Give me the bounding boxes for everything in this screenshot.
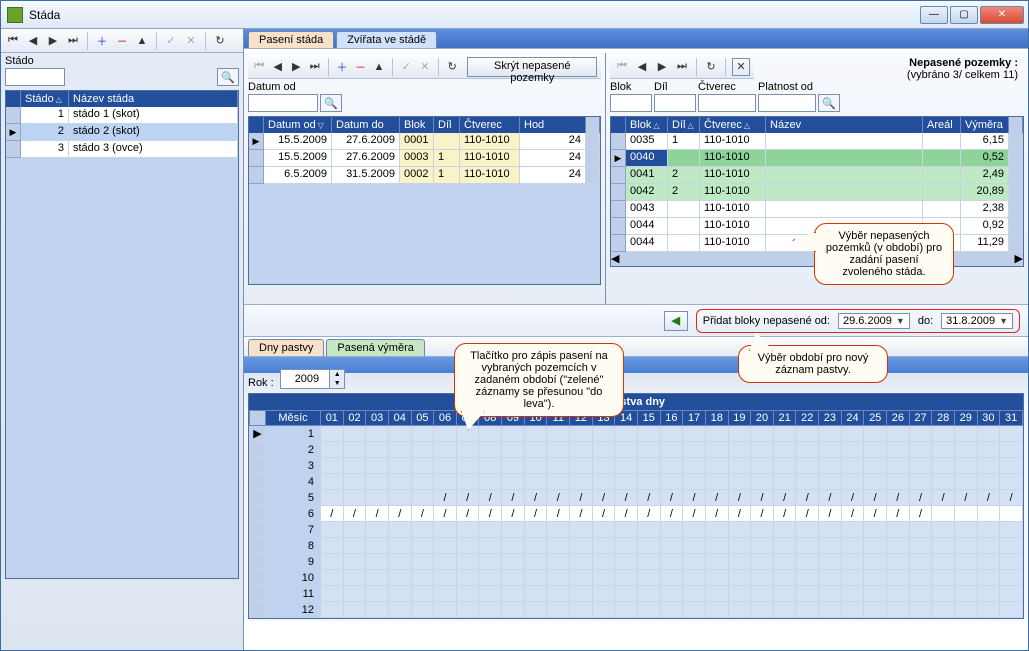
dropdown-icon: ▼: [896, 316, 905, 326]
rok-label: Rok :: [248, 377, 274, 389]
spinner-up-icon[interactable]: ▲: [330, 370, 344, 379]
remove-icon[interactable]: －: [353, 59, 367, 75]
nepasene-subtitle: (vybráno 3/ celkem 11): [754, 69, 1018, 81]
nav-first-icon[interactable]: ⏮: [252, 59, 266, 75]
nepasene-row[interactable]: 00422110-101020,89: [611, 184, 1023, 201]
col-nazev[interactable]: Název: [766, 117, 923, 133]
nepasene-row[interactable]: 0043110-10102,38: [611, 201, 1023, 218]
paseni-row[interactable]: 15.5.200927.6.200900031110-101024: [249, 150, 600, 167]
col-vymera[interactable]: Výměra: [961, 117, 1009, 133]
datum-od-input[interactable]: [248, 94, 318, 112]
col-datum-do[interactable]: Datum do: [332, 117, 400, 133]
search-icon[interactable]: 🔍: [818, 94, 840, 112]
refresh-icon[interactable]: ↻: [445, 59, 459, 75]
nav-prev-icon[interactable]: ◀: [634, 59, 650, 75]
assign-button[interactable]: ◀: [664, 311, 688, 331]
col-blok[interactable]: Blok: [626, 117, 668, 133]
nepasene-row[interactable]: 00351110-10106,15: [611, 133, 1023, 150]
tab-dny-pastvy[interactable]: Dny pastvy: [248, 339, 324, 356]
cancel-icon[interactable]: ✕: [418, 59, 432, 75]
col-ctverec[interactable]: Čtverec: [460, 117, 520, 133]
window-title: Stáda: [29, 8, 920, 22]
window-titlebar: Stáda — ▢ ✕: [1, 1, 1028, 29]
commit-icon[interactable]: ✓: [399, 59, 413, 75]
col-ctverec[interactable]: Čtverec: [700, 117, 766, 133]
stado-filter-input[interactable]: [5, 68, 65, 86]
hide-unpastured-button[interactable]: Skrýt nepasené pozemky: [467, 57, 597, 77]
col-dil[interactable]: Díl: [668, 117, 700, 133]
nav-first-icon[interactable]: ⏮: [5, 33, 21, 49]
refresh-icon[interactable]: ↻: [703, 59, 719, 75]
nav-last-icon[interactable]: ⏭: [65, 33, 81, 49]
app-icon: [7, 7, 23, 23]
nav-prev-icon[interactable]: ◀: [25, 33, 41, 49]
paseni-row[interactable]: 6.5.200931.5.200900021110-101024: [249, 167, 600, 184]
refresh-icon[interactable]: ↻: [212, 33, 228, 49]
scroll-left-icon[interactable]: ◀: [611, 252, 619, 266]
callout-obdobi: Výběr období pro nový záznam pastvy.: [738, 345, 888, 383]
search-icon[interactable]: 🔍: [320, 94, 342, 112]
label-stado: Stádo: [5, 55, 215, 68]
minimize-button[interactable]: —: [920, 6, 948, 24]
tab-pasena-vymera[interactable]: Pasená výměra: [326, 339, 424, 356]
col-nazev[interactable]: Název stáda: [69, 91, 238, 107]
nav-first-icon[interactable]: ⏮: [614, 59, 630, 75]
filter-blok[interactable]: [610, 94, 652, 112]
commit-icon[interactable]: ✓: [163, 33, 179, 49]
to-label: do:: [918, 315, 933, 327]
stado-row[interactable]: 1stádo 1 (skot): [6, 107, 238, 124]
date-to[interactable]: 31.8.2009▼: [941, 313, 1013, 329]
nav-last-icon[interactable]: ⏭: [307, 59, 321, 75]
add-label: Přidat bloky nepasené od:: [703, 315, 830, 327]
add-icon[interactable]: ＋: [94, 33, 110, 49]
tab-paseni-stada[interactable]: Pasení stáda: [248, 31, 334, 48]
nav-next-icon[interactable]: ▶: [289, 59, 303, 75]
nav-next-icon[interactable]: ▶: [45, 33, 61, 49]
label-datum-od: Datum od: [248, 81, 318, 94]
add-blocks-box: Přidat bloky nepasené od: 29.6.2009▼ do:…: [696, 309, 1020, 333]
rok-spinner[interactable]: 2009 ▲▼: [280, 369, 345, 389]
dropdown-icon: ▼: [999, 316, 1008, 326]
nepasene-title: Nepasené pozemky :: [754, 57, 1018, 69]
date-from[interactable]: 29.6.2009▼: [838, 313, 910, 329]
col-dil[interactable]: Díl: [434, 117, 460, 133]
filter-ctverec[interactable]: [698, 94, 756, 112]
scroll-right-icon[interactable]: ▶: [1015, 252, 1023, 266]
nav-last-icon[interactable]: ⏭: [674, 59, 690, 75]
add-icon[interactable]: ＋: [335, 59, 349, 75]
close-button[interactable]: ✕: [980, 6, 1024, 24]
pastva-calendar: Pastva dnyMěsíc0102030405060708091011121…: [248, 393, 1024, 619]
callout-tlacitko: Tlačítko pro zápis pasení na vybraných p…: [454, 343, 624, 417]
maximize-button[interactable]: ▢: [950, 6, 978, 24]
search-icon[interactable]: 🔍: [217, 68, 239, 86]
filter-dil[interactable]: [654, 94, 696, 112]
col-hod[interactable]: Hod: [520, 117, 586, 133]
filter-platnost[interactable]: [758, 94, 816, 112]
spinner-down-icon[interactable]: ▼: [330, 379, 344, 388]
col-areal[interactable]: Areál: [923, 117, 961, 133]
paseni-row[interactable]: ▶15.5.200927.6.20090001110-101024: [249, 133, 600, 150]
callout-vyber: Výběr nepasených pozemků (v období) pro …: [814, 223, 954, 285]
col-datum-od[interactable]: Datum od: [264, 117, 332, 133]
nav-prev-icon[interactable]: ◀: [270, 59, 284, 75]
clear-icon[interactable]: ✕: [732, 58, 750, 76]
col-blok[interactable]: Blok: [400, 117, 434, 133]
col-stado[interactable]: Stádo: [21, 91, 69, 107]
remove-icon[interactable]: －: [114, 33, 130, 49]
tab-zvirata[interactable]: Zvířata ve stádě: [336, 31, 437, 48]
nepasene-row[interactable]: ▶0040110-10100,52: [611, 150, 1023, 167]
cancel-icon[interactable]: ✕: [183, 33, 199, 49]
edit-icon[interactable]: ▲: [134, 33, 150, 49]
stado-row[interactable]: ▶2stádo 2 (skot): [6, 124, 238, 141]
nepasene-row[interactable]: 00412110-10102,49: [611, 167, 1023, 184]
nav-next-icon[interactable]: ▶: [654, 59, 670, 75]
edit-icon[interactable]: ▲: [372, 59, 386, 75]
stado-row[interactable]: 3stádo 3 (ovce): [6, 141, 238, 158]
